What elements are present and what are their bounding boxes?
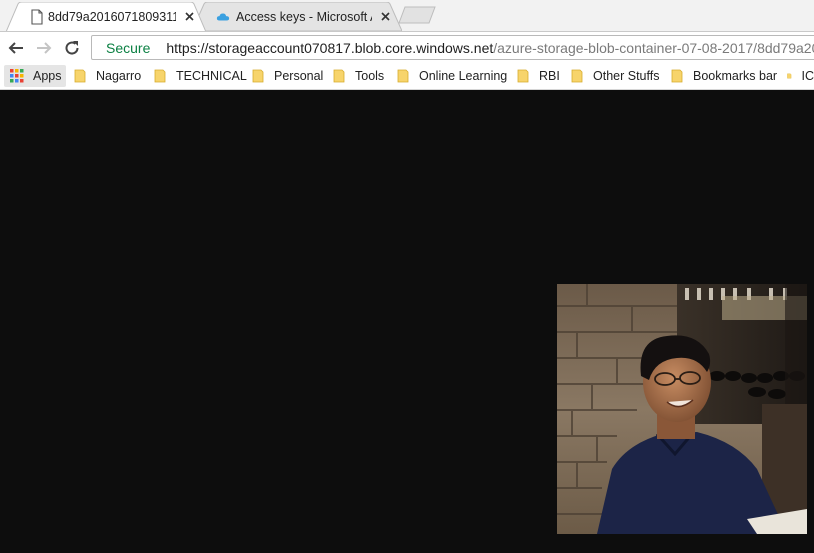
arrow-left-icon bbox=[8, 42, 23, 54]
bookmarks-bar: Apps Nagarro TECHNICAL Personal Tools On… bbox=[0, 63, 814, 90]
folder-icon bbox=[74, 69, 86, 83]
bookmark-label: Personal bbox=[274, 69, 324, 83]
bookmark-label: RBI bbox=[539, 69, 560, 83]
bookmark-folder-technical[interactable]: TECHNICAL bbox=[154, 63, 247, 89]
security-label: Secure bbox=[106, 39, 151, 56]
bookmark-apps[interactable]: Apps bbox=[10, 63, 62, 89]
bookmark-folder-bookmarks-bar[interactable]: Bookmarks bar bbox=[671, 63, 777, 89]
close-tab-icon[interactable] bbox=[182, 10, 196, 24]
bookmark-folder-ic[interactable]: IC bbox=[787, 63, 814, 89]
folder-icon bbox=[397, 69, 409, 83]
url-path: /azure-storage-blob-container-07-08-2017… bbox=[493, 39, 814, 56]
bookmark-folder-online-learning[interactable]: Online Learning bbox=[397, 63, 507, 89]
bookmark-folder-personal[interactable]: Personal bbox=[252, 63, 323, 89]
bookmark-label: Bookmarks bar bbox=[693, 69, 778, 83]
apps-grid-icon bbox=[10, 69, 24, 83]
bookmark-label: Tools bbox=[355, 69, 385, 83]
bookmark-folder-rbi[interactable]: RBI bbox=[517, 63, 560, 89]
back-button[interactable] bbox=[6, 38, 26, 58]
bookmark-folder-tools[interactable]: Tools bbox=[333, 63, 384, 89]
bookmark-folder-nagarro[interactable]: Nagarro bbox=[74, 63, 141, 89]
folder-icon bbox=[154, 69, 166, 83]
tab-title: 8dd79a20160718093119 bbox=[48, 9, 176, 24]
address-bar[interactable]: Secure https://storageaccount070817.blob… bbox=[91, 35, 814, 60]
bookmark-label: Nagarro bbox=[96, 69, 142, 83]
tab-strip: Access keys - Microsoft Azure 8dd79a2016… bbox=[0, 0, 814, 31]
bookmark-label: TECHNICAL bbox=[176, 69, 247, 83]
folder-icon bbox=[787, 73, 792, 79]
url-host: https://storageaccount070817.blob.core.w… bbox=[166, 39, 494, 56]
folder-icon bbox=[671, 69, 683, 83]
page-content bbox=[0, 90, 814, 553]
portrait-photo bbox=[557, 284, 807, 534]
reload-icon bbox=[65, 41, 79, 55]
reload-button[interactable] bbox=[62, 38, 82, 58]
folder-icon bbox=[571, 69, 583, 83]
new-tab-button[interactable] bbox=[398, 6, 436, 24]
bookmark-label: Other Stuffs bbox=[593, 69, 660, 83]
forward-button[interactable] bbox=[34, 38, 54, 58]
tab-access-keys[interactable]: Access keys - Microsoft Azure bbox=[192, 2, 402, 31]
folder-icon bbox=[517, 69, 529, 83]
bookmark-folder-other-stuffs[interactable]: Other Stuffs bbox=[571, 63, 659, 89]
tab-blob-file[interactable]: 8dd79a20160718093119 bbox=[6, 2, 206, 31]
browser-toolbar: Secure https://storageaccount070817.blob… bbox=[0, 31, 814, 63]
bookmark-label: Online Learning bbox=[419, 69, 508, 83]
folder-icon bbox=[333, 69, 345, 83]
bookmark-label: Apps bbox=[33, 69, 62, 83]
tab-title: Access keys - Microsoft Azure bbox=[236, 9, 372, 24]
bookmark-label: IC bbox=[801, 69, 814, 83]
arrow-right-icon bbox=[37, 42, 52, 54]
photo-image bbox=[557, 284, 807, 534]
folder-icon bbox=[252, 69, 264, 83]
close-tab-icon[interactable] bbox=[378, 10, 392, 24]
